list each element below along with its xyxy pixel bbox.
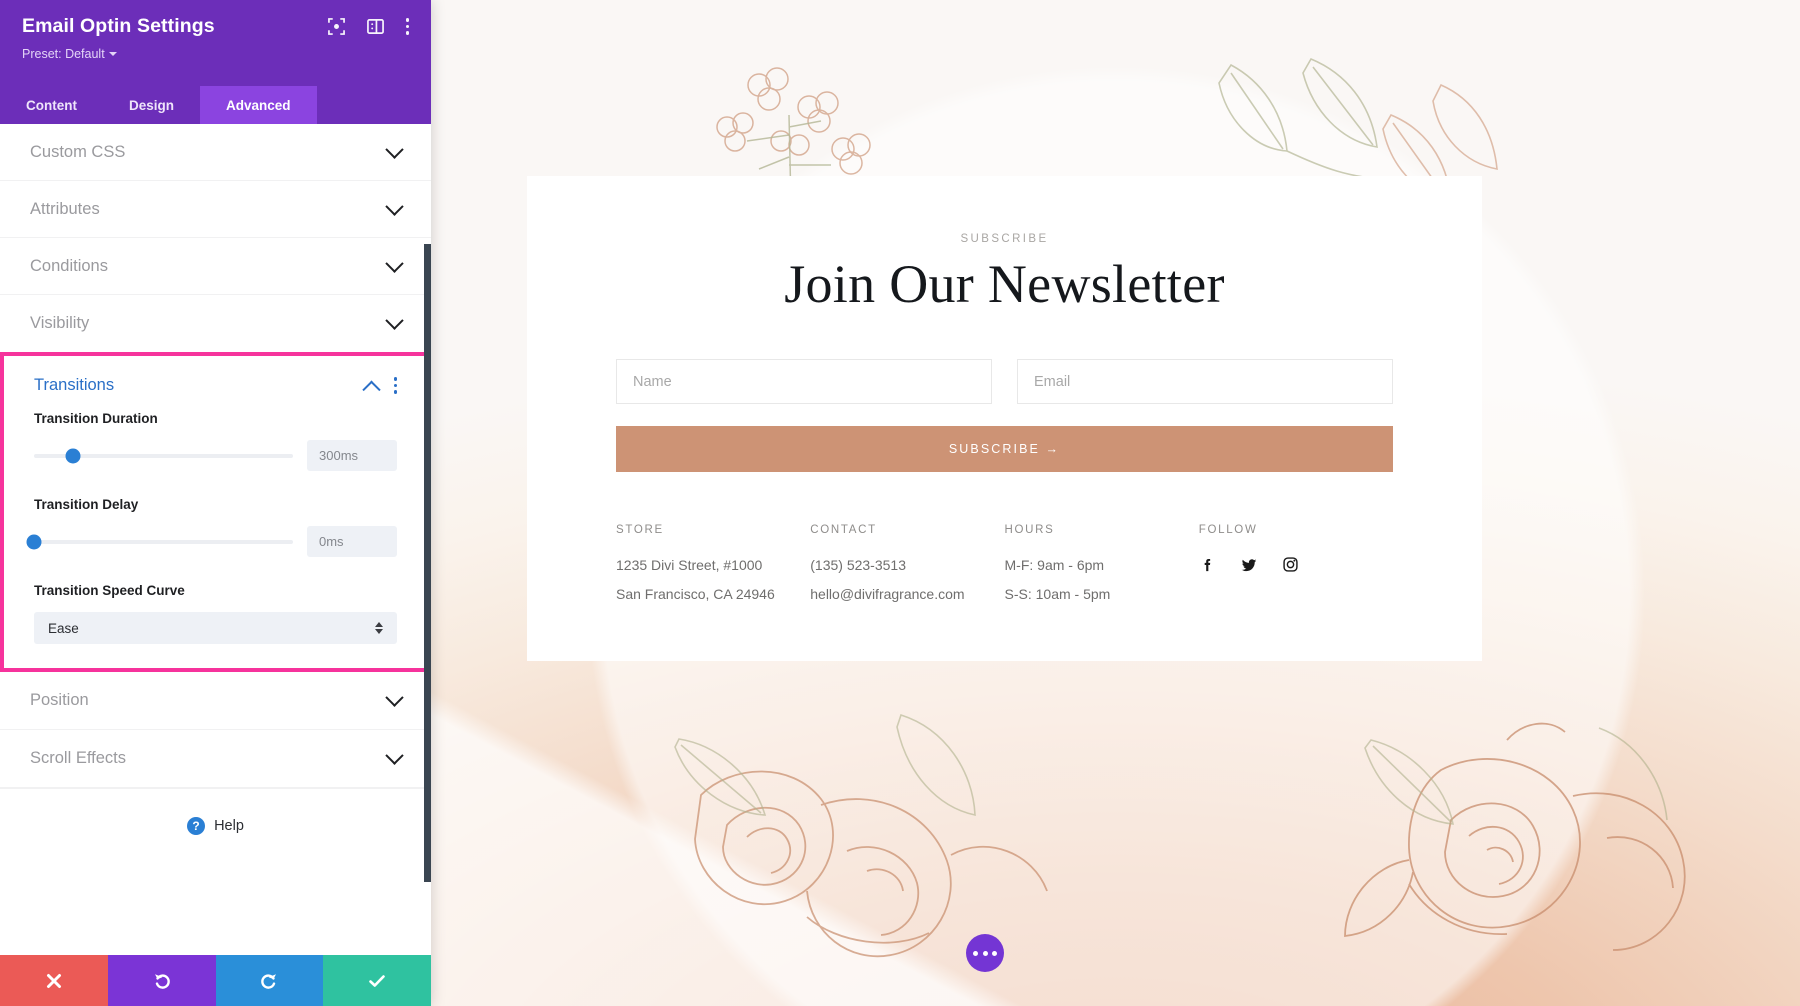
social-links	[1199, 556, 1393, 574]
divi-builder-screen: Email Optin Settings Preset: Default Con…	[0, 0, 1800, 1006]
footer-column-follow: FOLLOW	[1199, 524, 1393, 614]
footer-heading: STORE	[616, 524, 664, 536]
sidebar-item-custom-css[interactable]: Custom CSS	[0, 124, 431, 181]
chevron-down-icon	[385, 253, 404, 273]
slider-track	[34, 539, 293, 544]
transition-delay-input[interactable]: 0ms	[307, 526, 397, 557]
chevron-down-icon	[385, 688, 404, 707]
more-options-icon[interactable]	[405, 18, 409, 35]
footer-heading: FOLLOW	[1198, 524, 1258, 536]
section-label: Visibility	[30, 314, 90, 332]
three-dots-icon	[973, 950, 978, 956]
sidebar-item-scroll-effects[interactable]: Scroll Effects	[0, 730, 431, 788]
save-button[interactable]	[323, 955, 431, 1006]
footer-column-hours: HOURS M-F: 9am - 6pm S-S: 10am - 5pm	[1005, 524, 1199, 614]
transition-speed-curve-label: Transition Speed Curve	[34, 583, 185, 598]
section-label: Custom CSS	[30, 142, 126, 161]
sidebar-item-conditions[interactable]: Conditions	[0, 238, 431, 295]
chevron-down-icon	[385, 196, 404, 216]
undo-button[interactable]	[107, 955, 216, 1006]
footer-column-store: STORE 1235 Divi Street, #1000 San Franci…	[616, 524, 810, 614]
transitions-section-header[interactable]: Transitions	[4, 356, 427, 401]
section-label: Scroll Effects	[30, 749, 126, 767]
page-title: Email Optin Settings	[22, 15, 215, 37]
chevron-down-icon	[385, 746, 404, 765]
facebook-icon[interactable]	[1199, 556, 1216, 574]
panel-header-icons	[327, 14, 409, 35]
tab-design[interactable]: Design	[103, 86, 200, 124]
headline: Join Our Newsletter	[784, 254, 1225, 314]
subscribe-button[interactable]: SUBSCRIBE →	[616, 426, 1393, 472]
transition-delay-label: Transition Delay	[34, 497, 139, 512]
redo-button[interactable]	[215, 955, 324, 1006]
settings-panel-body: Custom CSS Attributes Conditions Visibil…	[0, 124, 431, 955]
help-row[interactable]: ? Help	[0, 788, 431, 862]
sidebar-item-position[interactable]: Position	[0, 672, 431, 730]
section-label: Attributes	[30, 199, 100, 218]
footer-line: hello@divifragrance.com	[810, 586, 965, 602]
transitions-section-highlight: Transitions Transition Duration 300ms Tr…	[0, 352, 431, 672]
footer-heading: CONTACT	[810, 524, 877, 536]
footer-line: San Francisco, CA 24946	[616, 586, 775, 602]
transition-speed-curve-select[interactable]: Ease	[34, 612, 397, 644]
tab-advanced[interactable]: Advanced	[200, 86, 317, 124]
footer-heading: HOURS	[1004, 524, 1055, 536]
section-label: Transitions	[34, 376, 115, 394]
optin-form: Name Email	[616, 359, 1393, 404]
three-dots-icon	[992, 950, 997, 956]
layout-panel-icon[interactable]	[366, 18, 384, 35]
name-field[interactable]: Name	[616, 359, 992, 404]
slider-thumb[interactable]	[26, 534, 42, 549]
section-label: Conditions	[30, 256, 108, 275]
email-optin-module: SUBSCRIBE Join Our Newsletter Name Email…	[527, 176, 1482, 661]
footer-column-contact: CONTACT (135) 523-3513 hello@divifragran…	[810, 524, 1004, 614]
cancel-button[interactable]	[0, 955, 108, 1006]
panel-action-bar	[0, 955, 431, 1006]
footer-line: (135) 523-3513	[810, 557, 906, 573]
footer-line: M-F: 9am - 6pm	[1004, 557, 1105, 573]
transition-duration-slider[interactable]	[34, 448, 293, 464]
select-value: Ease	[48, 620, 79, 636]
settings-tabs: Content Design Advanced	[0, 86, 431, 124]
page-preview-canvas: SUBSCRIBE Join Our Newsletter Name Email…	[431, 0, 1800, 1006]
three-dots-icon	[982, 950, 988, 956]
footer-line: 1235 Divi Street, #1000	[616, 557, 763, 573]
transition-speed-curve-field: Transition Speed Curve Ease	[4, 557, 427, 644]
transition-duration-field: Transition Duration 300ms	[4, 401, 427, 471]
chevron-down-icon	[385, 139, 404, 159]
chevron-up-icon[interactable]	[361, 380, 381, 399]
focus-icon[interactable]	[327, 18, 345, 35]
question-mark-icon: ?	[187, 816, 206, 835]
footer-columns: STORE 1235 Divi Street, #1000 San Franci…	[616, 524, 1393, 614]
transition-duration-label: Transition Duration	[34, 411, 158, 426]
preset-label: Preset: Default	[22, 47, 105, 61]
slider-thumb[interactable]	[65, 448, 81, 463]
transition-delay-slider[interactable]	[26, 534, 293, 550]
twitter-icon[interactable]	[1240, 556, 1258, 574]
panel-scrollbar[interactable]	[424, 244, 431, 882]
tab-content[interactable]: Content	[0, 86, 103, 124]
transition-duration-input[interactable]: 300ms	[307, 440, 397, 471]
chevron-down-icon	[108, 51, 117, 56]
settings-panel-header: Email Optin Settings Preset: Default	[0, 0, 431, 86]
eyebrow-text: SUBSCRIBE	[960, 233, 1049, 245]
instagram-icon[interactable]	[1282, 556, 1299, 574]
section-label: Position	[30, 691, 89, 709]
builder-menu-fab[interactable]	[966, 934, 1004, 972]
footer-line: S-S: 10am - 5pm	[1004, 586, 1111, 602]
stepper-arrows-icon	[375, 622, 383, 634]
module-settings-panel: Email Optin Settings Preset: Default Con…	[0, 0, 431, 1006]
help-label: Help	[214, 817, 244, 834]
section-options-icon[interactable]	[393, 377, 397, 394]
transition-delay-field: Transition Delay 0ms	[4, 471, 427, 557]
sidebar-item-attributes[interactable]: Attributes	[0, 181, 431, 238]
chevron-down-icon	[385, 311, 404, 330]
email-field[interactable]: Email	[1017, 359, 1393, 404]
preset-row[interactable]: Preset: Default	[22, 45, 409, 63]
sidebar-item-visibility[interactable]: Visibility	[0, 295, 431, 352]
